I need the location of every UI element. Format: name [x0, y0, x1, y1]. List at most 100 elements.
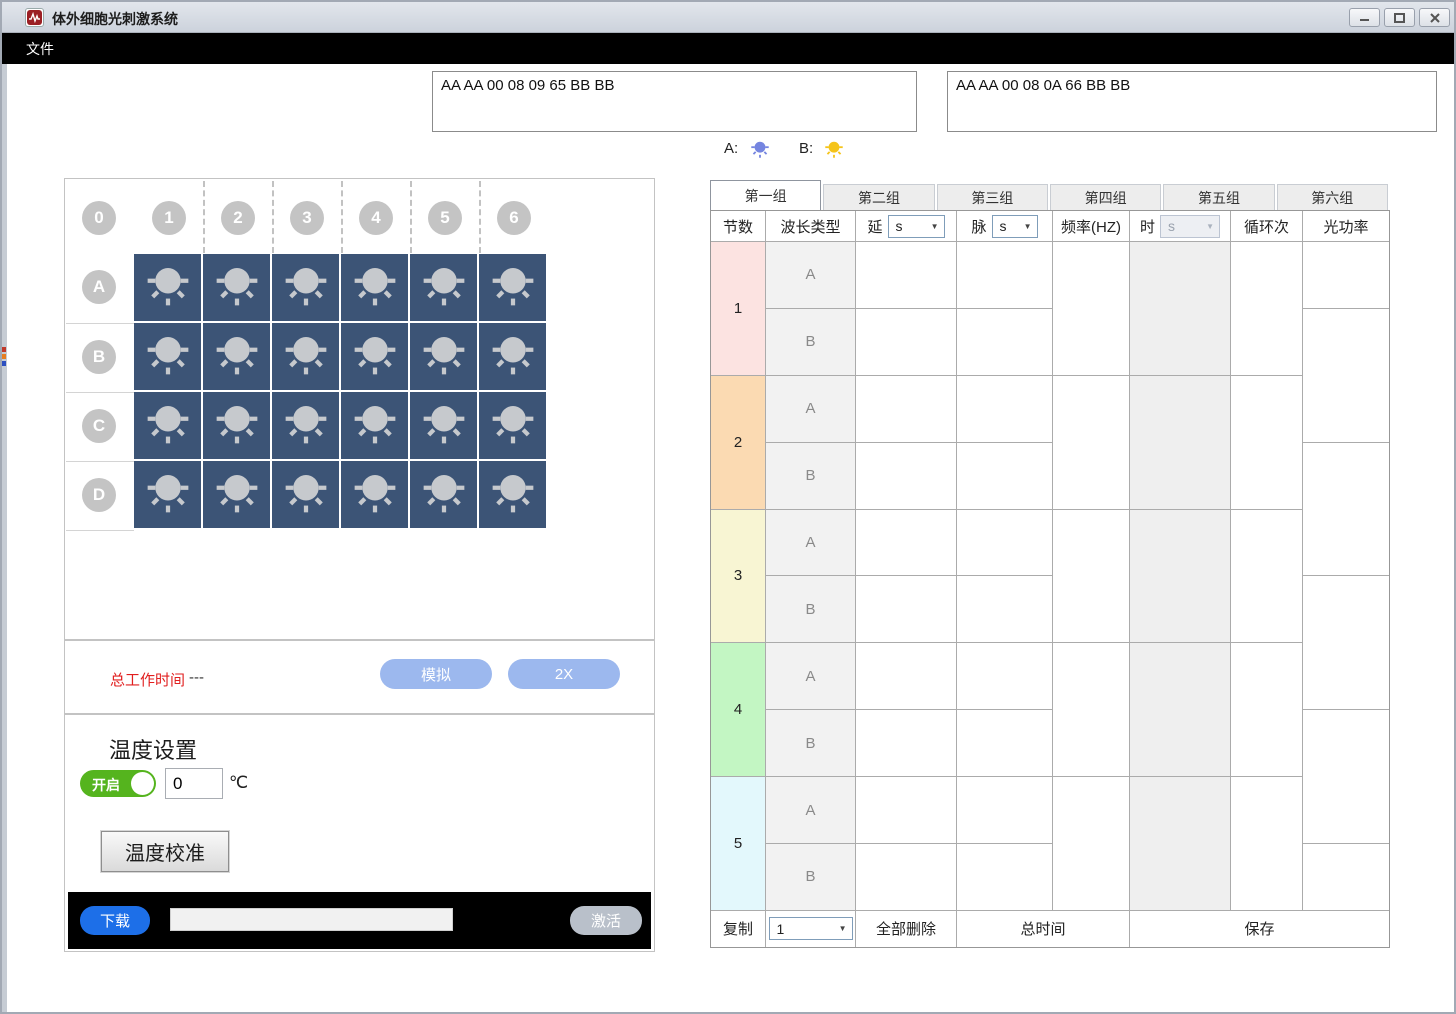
well-D1[interactable]	[134, 461, 201, 528]
well-A4[interactable]	[341, 254, 408, 321]
tab-group-1[interactable]: 第一组	[710, 180, 821, 211]
row-separator-line	[66, 323, 134, 324]
delay-cell-3B[interactable]	[856, 576, 957, 643]
frequency-cell-5[interactable]	[1053, 777, 1130, 911]
well-bulb-icon	[485, 257, 541, 318]
delay-cell-4A[interactable]	[856, 643, 957, 710]
cycles-cell-3[interactable]	[1231, 510, 1303, 644]
well-A2[interactable]	[203, 254, 270, 321]
well-B1[interactable]	[134, 323, 201, 390]
channel-cell-4A: A	[766, 643, 856, 710]
frequency-cell-3[interactable]	[1053, 510, 1130, 644]
header-time: 时s▼	[1130, 211, 1231, 242]
delay-unit-select[interactable]: s▼	[888, 215, 945, 238]
segment-cell-5: 5	[711, 777, 766, 911]
frequency-cell-4[interactable]	[1053, 643, 1130, 777]
well-D2[interactable]	[203, 461, 270, 528]
pulse-cell-5B[interactable]	[957, 844, 1053, 911]
pulse-cell-4A[interactable]	[957, 643, 1053, 710]
frequency-cell-2[interactable]	[1053, 376, 1130, 510]
well-B2[interactable]	[203, 323, 270, 390]
plate-column-label-0: 0	[82, 201, 116, 235]
temperature-panel: 温度设置 开启 0 ℃ 温度校准 下载 激活	[64, 714, 655, 952]
well-bulb-icon	[140, 464, 196, 525]
well-C3[interactable]	[272, 392, 339, 459]
pulse-cell-1A[interactable]	[957, 242, 1053, 309]
delay-cell-5A[interactable]	[856, 777, 957, 844]
well-C4[interactable]	[341, 392, 408, 459]
well-C2[interactable]	[203, 392, 270, 459]
temperature-input[interactable]: 0	[165, 768, 223, 799]
power-cell-2[interactable]	[1303, 309, 1389, 443]
pulse-cell-3B[interactable]	[957, 576, 1053, 643]
tab-group-2[interactable]: 第二组	[823, 184, 934, 211]
channel-cell-1A: A	[766, 242, 856, 309]
delay-cell-3A[interactable]	[856, 510, 957, 577]
well-C6[interactable]	[479, 392, 546, 459]
download-progress-field[interactable]	[170, 908, 453, 931]
simulate-button[interactable]: 模拟	[380, 659, 492, 689]
time-cell-4	[1130, 643, 1231, 777]
temperature-toggle[interactable]: 开启	[80, 770, 156, 797]
delete-all-button[interactable]: 全部删除	[856, 911, 957, 947]
power-cell-3[interactable]	[1303, 443, 1389, 577]
delay-cell-2A[interactable]	[856, 376, 957, 443]
pulse-unit-select[interactable]: s▼	[992, 215, 1038, 238]
tab-group-6[interactable]: 第六组	[1277, 184, 1388, 211]
delay-cell-2B[interactable]	[856, 443, 957, 510]
power-cell-1[interactable]	[1303, 242, 1389, 309]
well-A1[interactable]	[134, 254, 201, 321]
pulse-cell-5A[interactable]	[957, 777, 1053, 844]
well-B4[interactable]	[341, 323, 408, 390]
pulse-cell-1B[interactable]	[957, 309, 1053, 376]
well-B3[interactable]	[272, 323, 339, 390]
command-box-b[interactable]: AA AA 00 08 0A 66 BB BB	[947, 71, 1437, 132]
minimize-button[interactable]	[1349, 8, 1380, 27]
temperature-calibrate-button[interactable]: 温度校准	[101, 831, 229, 872]
tab-group-3[interactable]: 第三组	[937, 184, 1048, 211]
save-button[interactable]: 保存	[1130, 911, 1389, 947]
close-button[interactable]	[1419, 8, 1450, 27]
header-pulse: 脉s▼	[957, 211, 1053, 242]
well-C1[interactable]	[134, 392, 201, 459]
power-cell-5[interactable]	[1303, 710, 1389, 844]
cycles-cell-2[interactable]	[1231, 376, 1303, 510]
toggle-knob	[131, 772, 154, 795]
delay-cell-4B[interactable]	[856, 710, 957, 777]
command-box-a[interactable]: AA AA 00 08 09 65 BB BB	[432, 71, 917, 132]
well-A3[interactable]	[272, 254, 339, 321]
well-B5[interactable]	[410, 323, 477, 390]
copy-button[interactable]: 复制	[711, 911, 766, 947]
well-C5[interactable]	[410, 392, 477, 459]
pulse-cell-3A[interactable]	[957, 510, 1053, 577]
well-D5[interactable]	[410, 461, 477, 528]
tab-group-4[interactable]: 第四组	[1050, 184, 1161, 211]
maximize-button[interactable]	[1384, 8, 1415, 27]
well-B6[interactable]	[479, 323, 546, 390]
well-bulb-icon	[278, 326, 334, 387]
copy-count-select[interactable]: 1▼	[769, 917, 853, 940]
tab-group-5[interactable]: 第五组	[1163, 184, 1274, 211]
pulse-cell-2B[interactable]	[957, 443, 1053, 510]
speed-2x-button[interactable]: 2X	[508, 659, 620, 689]
power-cell-4[interactable]	[1303, 576, 1389, 710]
download-button[interactable]: 下载	[80, 906, 150, 935]
pulse-cell-2A[interactable]	[957, 376, 1053, 443]
total-time-button[interactable]: 总时间	[957, 911, 1130, 947]
frequency-cell-1[interactable]	[1053, 242, 1130, 376]
delay-cell-1A[interactable]	[856, 242, 957, 309]
pulse-cell-4B[interactable]	[957, 710, 1053, 777]
well-D3[interactable]	[272, 461, 339, 528]
well-A5[interactable]	[410, 254, 477, 321]
well-A6[interactable]	[479, 254, 546, 321]
cycles-cell-5[interactable]	[1231, 777, 1303, 911]
well-D4[interactable]	[341, 461, 408, 528]
cycles-cell-4[interactable]	[1231, 643, 1303, 777]
well-D6[interactable]	[479, 461, 546, 528]
activate-button[interactable]: 激活	[570, 906, 642, 935]
menu-item-file[interactable]: 文件	[12, 39, 68, 59]
cycles-cell-1[interactable]	[1231, 242, 1303, 376]
delay-cell-1B[interactable]	[856, 309, 957, 376]
delay-cell-5B[interactable]	[856, 844, 957, 911]
power-cell-6[interactable]	[1303, 844, 1389, 911]
